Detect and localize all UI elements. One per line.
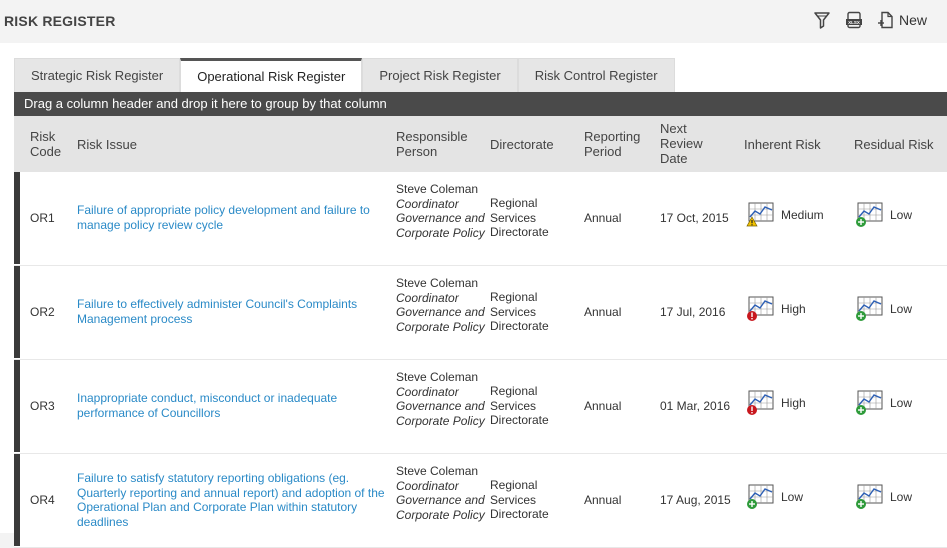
tab-operational[interactable]: Operational Risk Register [180, 58, 363, 92]
next-review-date: 17 Aug, 2015 [660, 493, 731, 507]
residual-risk: Low [854, 294, 912, 324]
directorate: Regional Services Directorate [490, 196, 549, 239]
new-button-label: New [898, 12, 927, 28]
directorate: Regional Services Directorate [490, 478, 549, 521]
inherent-risk: Medium [745, 200, 824, 230]
table-row[interactable]: OR4 Failure to satisfy statutory reporti… [14, 454, 947, 548]
col-header-next-review-date[interactable]: Next Review Date [660, 121, 703, 166]
row-marker [14, 454, 20, 546]
reporting-period: Annual [584, 305, 622, 319]
table-row[interactable]: OR2 Failure to effectively administer Co… [14, 266, 947, 360]
row-marker [14, 360, 20, 452]
reporting-period: Annual [584, 493, 622, 507]
group-by-drop-zone[interactable]: Drag a column header and drop it here to… [14, 92, 947, 116]
person-role: Coordinator Governance and Corporate Pol… [396, 290, 485, 334]
next-review-date: 17 Jul, 2016 [660, 305, 726, 319]
responsible-person: Steve Coleman Coordinator Governance and… [396, 464, 486, 522]
person-name: Steve Coleman [396, 464, 479, 478]
reporting-period: Annual [584, 211, 622, 225]
responsible-person: Steve Coleman Coordinator Governance and… [396, 370, 486, 428]
top-bar: RISK REGISTER XLSX New [0, 0, 947, 43]
col-header-responsible-person[interactable]: Responsible Person [396, 129, 468, 159]
inherent-plus-chart-icon [745, 482, 775, 512]
risk-code: OR2 [30, 305, 55, 319]
residual-risk: Low [854, 388, 912, 418]
risk-code: OR4 [30, 493, 55, 507]
table-row[interactable]: OR1 Failure of appropriate policy develo… [14, 172, 947, 266]
residual-risk-label: Low [890, 208, 913, 222]
residual-plus-chart-icon [854, 388, 884, 418]
page-title: RISK REGISTER [4, 13, 116, 29]
residual-risk: Low [854, 482, 912, 512]
inherent-alert-chart-icon [745, 388, 775, 418]
content-area: Strategic Risk Register Operational Risk… [0, 43, 947, 548]
inherent-risk-label: High [781, 396, 806, 410]
export-xlsx-icon[interactable]: XLSX [845, 11, 863, 29]
svg-text:XLSX: XLSX [848, 20, 860, 25]
filter-icon[interactable] [813, 11, 831, 29]
person-role: Coordinator Governance and Corporate Pol… [396, 196, 485, 240]
tab-strategic[interactable]: Strategic Risk Register [14, 58, 181, 92]
risk-code: OR3 [30, 399, 55, 413]
table-row[interactable]: OR3 Inappropriate conduct, misconduct or… [14, 360, 947, 454]
row-marker [14, 266, 20, 358]
residual-risk-label: Low [890, 490, 913, 504]
col-header-reporting-period[interactable]: Reporting Period [584, 129, 640, 159]
person-name: Steve Coleman [396, 370, 479, 384]
person-role: Coordinator Governance and Corporate Pol… [396, 384, 485, 428]
risk-issue-link[interactable]: Failure to satisfy statutory reporting o… [77, 471, 387, 529]
grid-header: Risk Code Risk Issue Responsible Person Di… [14, 116, 947, 172]
col-header-directorate[interactable]: Directorate [490, 137, 554, 152]
reporting-period: Annual [584, 399, 622, 413]
tab-project[interactable]: Project Risk Register [362, 58, 518, 92]
person-name: Steve Coleman [396, 182, 479, 196]
responsible-person: Steve Coleman Coordinator Governance and… [396, 182, 486, 240]
inherent-risk-label: Medium [781, 208, 824, 222]
col-header-risk-issue[interactable]: Risk Issue [77, 137, 137, 152]
col-header-residual-risk[interactable]: Residual Risk [854, 137, 933, 152]
risk-code: OR1 [30, 211, 55, 225]
next-review-date: 01 Mar, 2016 [660, 399, 731, 413]
person-name: Steve Coleman [396, 276, 479, 290]
inherent-risk: High [745, 294, 806, 324]
inherent-risk-label: Low [781, 490, 804, 504]
residual-plus-chart-icon [854, 482, 884, 512]
residual-risk: Low [854, 200, 912, 230]
risk-grid: Risk Code Risk Issue Responsible Person Di… [14, 116, 947, 548]
residual-risk-label: Low [890, 302, 913, 316]
next-review-date: 17 Oct, 2015 [660, 211, 729, 225]
residual-plus-chart-icon [854, 200, 884, 230]
risk-issue-link[interactable]: Failure to effectively administer Counci… [77, 297, 387, 326]
risk-issue-link[interactable]: Inappropriate conduct, misconduct or ina… [77, 391, 387, 420]
responsible-person: Steve Coleman Coordinator Governance and… [396, 276, 486, 334]
col-header-risk-code[interactable]: Risk Code [30, 129, 61, 159]
tab-risk-control[interactable]: Risk Control Register [517, 58, 675, 92]
directorate: Regional Services Directorate [490, 290, 549, 333]
inherent-alert-chart-icon [745, 294, 775, 324]
col-header-inherent-risk[interactable]: Inherent Risk [744, 137, 821, 152]
inherent-risk-label: High [781, 302, 806, 316]
row-marker [14, 172, 20, 264]
inherent-warning-chart-icon [745, 200, 775, 230]
residual-plus-chart-icon [854, 294, 884, 324]
toolbar: XLSX New [813, 11, 927, 29]
new-button[interactable]: New [877, 11, 927, 29]
residual-risk-label: Low [890, 396, 913, 410]
tab-strip: Strategic Risk Register Operational Risk… [14, 58, 675, 92]
risk-issue-link[interactable]: Failure of appropriate policy developmen… [77, 203, 387, 232]
directorate: Regional Services Directorate [490, 384, 549, 427]
new-document-icon [877, 11, 895, 29]
inherent-risk: Low [745, 482, 803, 512]
person-role: Coordinator Governance and Corporate Pol… [396, 478, 485, 522]
inherent-risk: High [745, 388, 806, 418]
